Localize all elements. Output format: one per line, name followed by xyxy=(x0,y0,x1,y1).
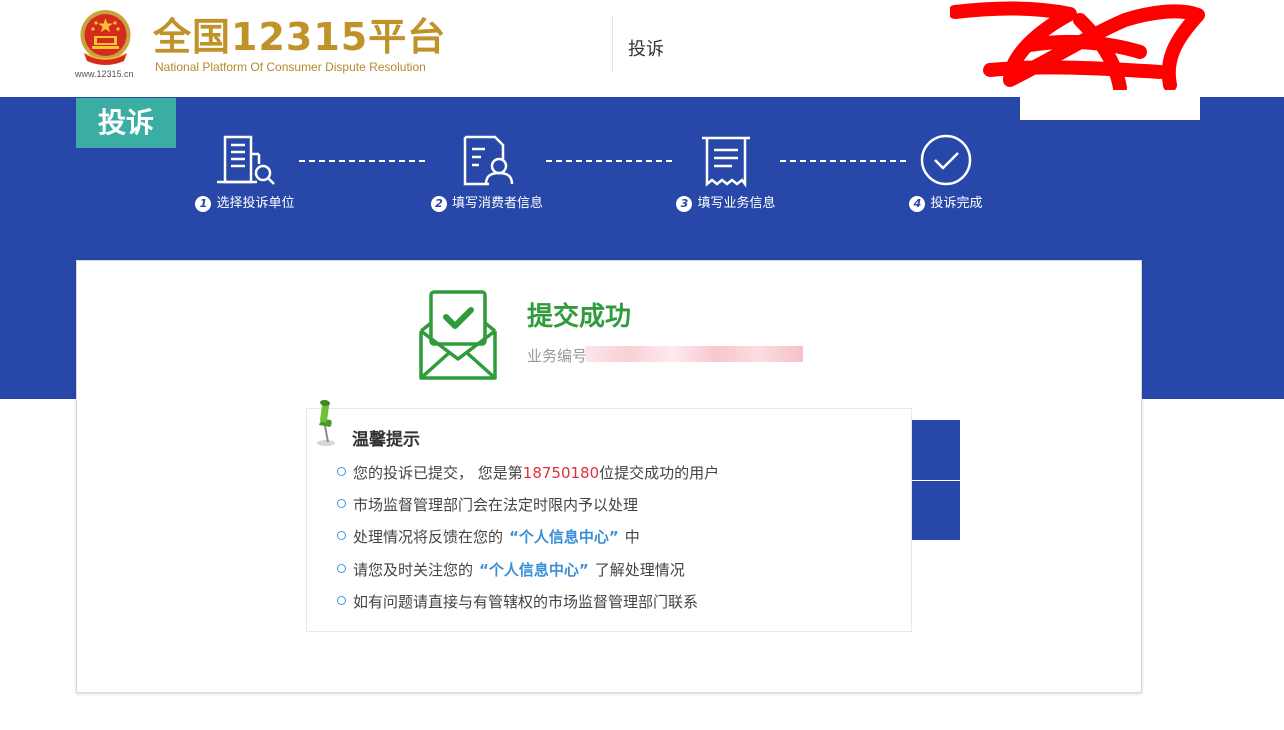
header-divider xyxy=(612,17,613,73)
tips-title: 温馨提示 xyxy=(352,430,420,450)
personal-center-link[interactable]: “个人信息中心” xyxy=(479,561,589,579)
page: www.12315.cn 全国12315平台 National Platform… xyxy=(0,0,1284,730)
step-connector xyxy=(546,160,672,162)
tip-item-4: 请您及时关注您的 “个人信息中心” 了解处理情况 xyxy=(337,559,685,580)
pushpin-icon xyxy=(317,399,335,446)
submission-count: 18750180 xyxy=(522,464,600,482)
step-select-unit: 1 选择投诉单位 xyxy=(175,134,315,212)
brand-title[interactable]: 全国12315平台 xyxy=(153,14,446,60)
tip-item-3: 处理情况将反馈在您的 “个人信息中心” 中 xyxy=(337,526,640,547)
national-emblem-icon[interactable] xyxy=(78,9,133,67)
step-connector xyxy=(299,160,425,162)
step-business-info: 3 填写业务信息 xyxy=(656,134,796,212)
step-label-2: 2 填写消费者信息 xyxy=(417,192,557,212)
step-label-1: 1 选择投诉单位 xyxy=(175,192,315,212)
building-search-icon xyxy=(217,135,275,185)
section-tag: 投诉 xyxy=(76,98,176,148)
envelope-check-icon xyxy=(419,290,497,380)
bullet-circle-icon xyxy=(337,596,346,605)
tip-item-1: 您的投诉已提交， 您是第18750180位提交成功的用户 xyxy=(337,462,719,483)
step-consumer-info: 2 填写消费者信息 xyxy=(417,134,557,212)
check-circle-icon xyxy=(920,134,972,186)
bullet-circle-icon xyxy=(337,564,346,573)
personal-center-link[interactable]: “个人信息中心” xyxy=(509,528,619,546)
business-number-label: 业务编号 xyxy=(527,347,588,365)
bullet-circle-icon xyxy=(337,531,346,540)
nav-complaint-link[interactable]: 投诉 xyxy=(628,35,664,61)
user-form-icon xyxy=(463,135,514,186)
redaction-box xyxy=(1020,90,1200,120)
site-header: www.12315.cn 全国12315平台 National Platform… xyxy=(0,0,1284,97)
step-complete: 4 投诉完成 xyxy=(876,134,1016,212)
step-label-4: 4 投诉完成 xyxy=(876,192,1016,212)
site-url: www.12315.cn xyxy=(75,69,134,79)
bullet-circle-icon xyxy=(337,499,346,508)
bullet-circle-icon xyxy=(337,467,346,476)
receipt-icon xyxy=(702,136,750,188)
tip-item-5: 如有问题请直接与有管辖权的市场监督管理部门联系 xyxy=(337,591,698,612)
success-title: 提交成功 xyxy=(527,302,632,332)
brand-subtitle: National Platform Of Consumer Dispute Re… xyxy=(155,60,426,74)
redaction-scribble xyxy=(950,1,1205,95)
tip-item-2: 市场监督管理部门会在法定时限内予以处理 xyxy=(337,494,638,515)
business-number-redacted xyxy=(585,346,803,362)
step-label-3: 3 填写业务信息 xyxy=(656,192,796,212)
